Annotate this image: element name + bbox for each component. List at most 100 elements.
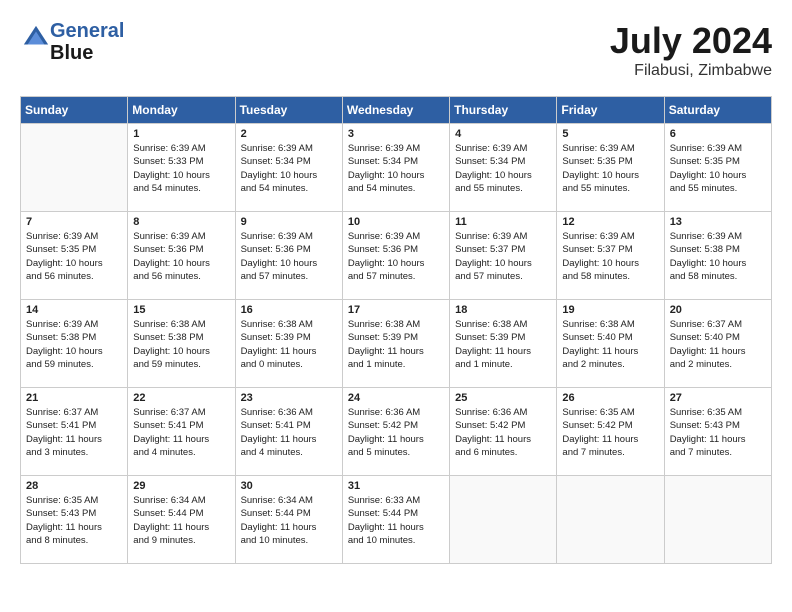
day-cell: 28 Sunrise: 6:35 AM Sunset: 5:43 PM Dayli…: [21, 476, 128, 564]
calendar-table: SundayMondayTuesdayWednesdayThursdayFrid…: [20, 96, 772, 564]
day-detail: Sunrise: 6:37 AM Sunset: 5:40 PM Dayligh…: [670, 318, 766, 371]
day-detail: Sunrise: 6:39 AM Sunset: 5:36 PM Dayligh…: [133, 230, 229, 283]
day-number: 30: [241, 480, 337, 492]
day-cell: 23 Sunrise: 6:36 AM Sunset: 5:41 PM Dayli…: [235, 388, 342, 476]
day-cell: 12Sunrise: 6:39 AM Sunset: 5:37 PM Dayli…: [557, 212, 664, 300]
day-detail: Sunrise: 6:38 AM Sunset: 5:38 PM Dayligh…: [133, 318, 229, 371]
day-number: 1: [133, 128, 229, 140]
day-detail: Sunrise: 6:34 AM Sunset: 5:44 PM Dayligh…: [133, 494, 229, 547]
day-number: 14: [26, 304, 122, 316]
column-header-saturday: Saturday: [664, 97, 771, 124]
day-cell: 19Sunrise: 6:38 AM Sunset: 5:40 PM Dayli…: [557, 300, 664, 388]
day-cell: 6 Sunrise: 6:39 AM Sunset: 5:35 PM Daylig…: [664, 124, 771, 212]
day-number: 4: [455, 128, 551, 140]
day-cell: 13 Sunrise: 6:39 AM Sunset: 5:38 PM Dayli…: [664, 212, 771, 300]
day-number: 15: [133, 304, 229, 316]
day-cell: 10 Sunrise: 6:39 AM Sunset: 5:36 PM Dayli…: [342, 212, 449, 300]
day-number: 3: [348, 128, 444, 140]
column-header-tuesday: Tuesday: [235, 97, 342, 124]
day-number: 7: [26, 216, 122, 228]
day-detail: Sunrise: 6:37 AM Sunset: 5:41 PM Dayligh…: [26, 406, 122, 459]
week-row-3: 14 Sunrise: 6:39 AM Sunset: 5:38 PM Dayli…: [21, 300, 772, 388]
day-cell: 24 Sunrise: 6:36 AM Sunset: 5:42 PM Dayli…: [342, 388, 449, 476]
day-cell: 4 Sunrise: 6:39 AM Sunset: 5:34 PM Daylig…: [450, 124, 557, 212]
day-cell: 25Sunrise: 6:36 AM Sunset: 5:42 PM Dayli…: [450, 388, 557, 476]
day-detail: Sunrise: 6:35 AM Sunset: 5:42 PM Dayligh…: [562, 406, 658, 459]
day-number: 21: [26, 392, 122, 404]
day-number: 20: [670, 304, 766, 316]
day-detail: Sunrise: 6:39 AM Sunset: 5:35 PM Dayligh…: [670, 142, 766, 195]
day-cell: 2 Sunrise: 6:39 AM Sunset: 5:34 PM Daylig…: [235, 124, 342, 212]
day-detail: Sunrise: 6:34 AM Sunset: 5:44 PM Dayligh…: [241, 494, 337, 547]
day-number: 11: [455, 216, 551, 228]
day-cell: 16Sunrise: 6:38 AM Sunset: 5:39 PM Dayli…: [235, 300, 342, 388]
column-header-sunday: Sunday: [21, 97, 128, 124]
day-detail: Sunrise: 6:39 AM Sunset: 5:38 PM Dayligh…: [670, 230, 766, 283]
day-cell: 15 Sunrise: 6:38 AM Sunset: 5:38 PM Dayli…: [128, 300, 235, 388]
day-detail: Sunrise: 6:39 AM Sunset: 5:37 PM Dayligh…: [455, 230, 551, 283]
day-number: 23: [241, 392, 337, 404]
day-number: 9: [241, 216, 337, 228]
day-detail: Sunrise: 6:36 AM Sunset: 5:42 PM Dayligh…: [348, 406, 444, 459]
day-detail: Sunrise: 6:35 AM Sunset: 5:43 PM Dayligh…: [670, 406, 766, 459]
day-detail: Sunrise: 6:39 AM Sunset: 5:34 PM Dayligh…: [455, 142, 551, 195]
day-number: 27: [670, 392, 766, 404]
day-cell: 9 Sunrise: 6:39 AM Sunset: 5:36 PM Daylig…: [235, 212, 342, 300]
day-number: 25: [455, 392, 551, 404]
day-cell: 11 Sunrise: 6:39 AM Sunset: 5:37 PM Dayli…: [450, 212, 557, 300]
day-cell: 1Sunrise: 6:39 AM Sunset: 5:33 PM Daylig…: [128, 124, 235, 212]
day-number: 2: [241, 128, 337, 140]
day-detail: Sunrise: 6:37 AM Sunset: 5:41 PM Dayligh…: [133, 406, 229, 459]
day-cell: [557, 476, 664, 564]
day-number: 31: [348, 480, 444, 492]
logo-blue: Blue: [50, 42, 124, 64]
day-detail: Sunrise: 6:35 AM Sunset: 5:43 PM Dayligh…: [26, 494, 122, 547]
day-detail: Sunrise: 6:39 AM Sunset: 5:35 PM Dayligh…: [26, 230, 122, 283]
day-number: 13: [670, 216, 766, 228]
day-detail: Sunrise: 6:36 AM Sunset: 5:41 PM Dayligh…: [241, 406, 337, 459]
day-cell: 26 Sunrise: 6:35 AM Sunset: 5:42 PM Dayli…: [557, 388, 664, 476]
column-header-thursday: Thursday: [450, 97, 557, 124]
day-cell: 3 Sunrise: 6:39 AM Sunset: 5:34 PM Daylig…: [342, 124, 449, 212]
day-detail: Sunrise: 6:39 AM Sunset: 5:34 PM Dayligh…: [348, 142, 444, 195]
day-cell: 17Sunrise: 6:38 AM Sunset: 5:39 PM Dayli…: [342, 300, 449, 388]
calendar-header-row: SundayMondayTuesdayWednesdayThursdayFrid…: [21, 97, 772, 124]
day-number: 22: [133, 392, 229, 404]
day-cell: [664, 476, 771, 564]
day-detail: Sunrise: 6:39 AM Sunset: 5:35 PM Dayligh…: [562, 142, 658, 195]
logo-general: General: [50, 20, 124, 42]
column-header-monday: Monday: [128, 97, 235, 124]
title-block: July 2024 Filabusi, Zimbabwe: [610, 20, 772, 80]
day-cell: 8 Sunrise: 6:39 AM Sunset: 5:36 PM Daylig…: [128, 212, 235, 300]
day-detail: Sunrise: 6:39 AM Sunset: 5:36 PM Dayligh…: [241, 230, 337, 283]
day-detail: Sunrise: 6:39 AM Sunset: 5:37 PM Dayligh…: [562, 230, 658, 283]
day-number: 8: [133, 216, 229, 228]
day-number: 29: [133, 480, 229, 492]
page-header: General Blue July 2024 Filabusi, Zimbabw…: [20, 20, 772, 80]
day-cell: 27 Sunrise: 6:35 AM Sunset: 5:43 PM Dayli…: [664, 388, 771, 476]
location: Filabusi, Zimbabwe: [610, 62, 772, 80]
day-cell: 20 Sunrise: 6:37 AM Sunset: 5:40 PM Dayli…: [664, 300, 771, 388]
day-cell: 5Sunrise: 6:39 AM Sunset: 5:35 PM Daylig…: [557, 124, 664, 212]
day-number: 6: [670, 128, 766, 140]
day-number: 28: [26, 480, 122, 492]
week-row-2: 7 Sunrise: 6:39 AM Sunset: 5:35 PM Daylig…: [21, 212, 772, 300]
day-cell: 21 Sunrise: 6:37 AM Sunset: 5:41 PM Dayli…: [21, 388, 128, 476]
day-number: 10: [348, 216, 444, 228]
column-header-wednesday: Wednesday: [342, 97, 449, 124]
day-detail: Sunrise: 6:39 AM Sunset: 5:36 PM Dayligh…: [348, 230, 444, 283]
week-row-1: 1Sunrise: 6:39 AM Sunset: 5:33 PM Daylig…: [21, 124, 772, 212]
day-number: 26: [562, 392, 658, 404]
column-header-friday: Friday: [557, 97, 664, 124]
week-row-4: 21 Sunrise: 6:37 AM Sunset: 5:41 PM Dayli…: [21, 388, 772, 476]
day-number: 24: [348, 392, 444, 404]
day-cell: [450, 476, 557, 564]
day-detail: Sunrise: 6:39 AM Sunset: 5:38 PM Dayligh…: [26, 318, 122, 371]
day-number: 17: [348, 304, 444, 316]
day-cell: 31Sunrise: 6:33 AM Sunset: 5:44 PM Dayli…: [342, 476, 449, 564]
day-detail: Sunrise: 6:38 AM Sunset: 5:40 PM Dayligh…: [562, 318, 658, 371]
day-cell: 7 Sunrise: 6:39 AM Sunset: 5:35 PM Daylig…: [21, 212, 128, 300]
day-detail: Sunrise: 6:39 AM Sunset: 5:34 PM Dayligh…: [241, 142, 337, 195]
month-year: July 2024: [610, 20, 772, 62]
day-cell: [21, 124, 128, 212]
